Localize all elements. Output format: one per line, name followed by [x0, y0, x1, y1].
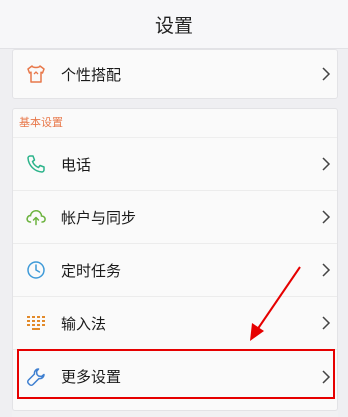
settings-item-scheduled-tasks[interactable]: 定时任务 — [13, 244, 337, 297]
clock-icon — [25, 259, 47, 281]
settings-item-label: 帐户与同步 — [61, 208, 137, 227]
settings-item-account-sync[interactable]: 帐户与同步 — [13, 191, 337, 244]
settings-item-label: 输入法 — [61, 314, 107, 333]
page-title: 设置 — [154, 14, 193, 37]
section-header: 基本设置 — [13, 109, 337, 138]
wrench-icon — [25, 366, 47, 388]
phone-icon — [25, 153, 47, 175]
chevron-right-icon — [322, 316, 331, 330]
settings-item-label: 电话 — [61, 155, 92, 174]
cloud-sync-icon — [25, 206, 47, 228]
basic-settings-card: 基本设置 电话 帐户与同步 定时任务 输入法 更多设置 — [12, 108, 338, 411]
title-bar: 设置 — [0, 0, 348, 49]
next-card-edge — [12, 411, 338, 417]
settings-item-label: 定时任务 — [61, 261, 122, 280]
settings-item-more-settings[interactable]: 更多设置 — [13, 350, 337, 403]
personalization-card: 个性搭配 — [12, 49, 338, 99]
keyboard-icon — [25, 312, 47, 334]
chevron-right-icon — [322, 369, 331, 384]
chevron-right-icon — [322, 263, 331, 277]
settings-item-label: 个性搭配 — [61, 65, 122, 84]
settings-item-personalization[interactable]: 个性搭配 — [13, 50, 337, 98]
settings-item-input-method[interactable]: 输入法 — [13, 297, 337, 350]
chevron-right-icon — [322, 210, 331, 224]
chevron-right-icon — [322, 67, 331, 81]
shirt-icon — [25, 63, 47, 85]
settings-item-phone[interactable]: 电话 — [13, 138, 337, 191]
settings-item-label: 更多设置 — [61, 368, 122, 386]
chevron-right-icon — [322, 157, 331, 171]
